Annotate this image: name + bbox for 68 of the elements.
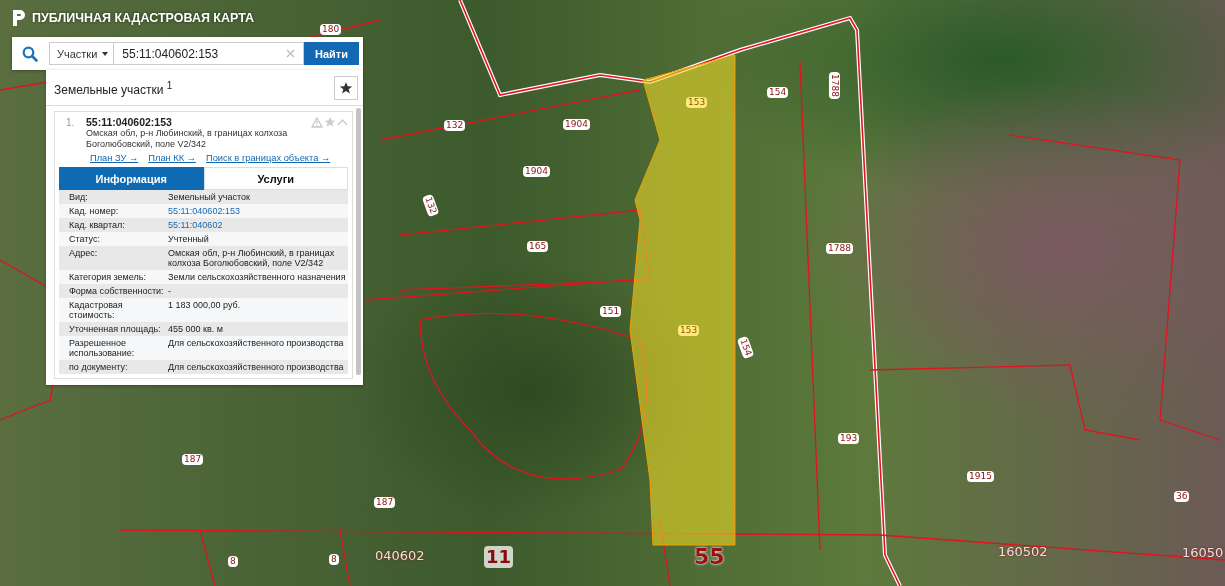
property-value: 1 183 000,00 руб. [168,300,242,312]
parcel-number-label: 154 [767,87,789,98]
parcel-number-label: 187 [374,497,396,508]
property-label: Адрес: [69,248,99,260]
property-label: Уточненная площадь: [69,324,162,334]
parcel-number-label: 153 [686,97,708,108]
property-label: Форма собственности: [69,286,165,296]
parcel-number-label: 193 [838,433,860,444]
parcel-number-label: 36 [1174,491,1190,502]
scrollbar[interactable] [356,108,361,375]
property-label: Разрешенное использование: [69,338,136,358]
property-value: 455 000 кв. м [168,324,224,334]
property-value: Земельный участок [168,192,251,202]
property-value: Для сельскохозяйственного производства [168,338,345,350]
find-button[interactable]: Найти [304,42,359,65]
property-value: Омская обл, р-н Любинский, в границах колхоза Боголюбовский, поле V2/342 [168,248,336,268]
result-link[interactable]: План ЗУ → [90,153,139,163]
property-value: Учтенный [168,234,210,244]
parcel-number-label: 1788 [828,72,840,99]
parcel-number-label: 16050 [1181,545,1225,561]
star-icon [339,81,353,95]
logo-icon [12,9,26,27]
parcel-number-label: 153 [678,325,700,336]
search-icon[interactable] [22,45,38,62]
parcel-number-label: 1788 [826,243,853,254]
parcel-number-label: 040602 [374,548,426,564]
collapse-icon[interactable] [337,118,348,126]
parcel-number-label: 11 [484,546,514,568]
parcel-number-label: 8 [228,556,238,567]
warning-icon[interactable] [311,116,323,128]
property-label: Кад. номер: [69,206,120,216]
property-label: Кад. квартал: [69,220,126,230]
app-title: ПУБЛИЧНАЯ КАДАСТРОВАЯ КАРТА [32,11,255,25]
category-dropdown[interactable]: Участки [49,42,115,65]
search-field[interactable]: 55:11:040602:153 [114,42,304,65]
result-link[interactable]: Поиск в границах объекта → [206,153,331,163]
property-label: Статус: [69,234,101,244]
parcel-number-label: 187 [182,454,204,465]
result-address: Омская обл, р-н Любинский, в границах колхоза Боголюбовский, поле V2/342 [86,128,289,150]
cadastral-number: 55:11:040602:153 [86,116,173,128]
parcel-number-label: 165 [527,241,549,252]
property-label: Кадастровая стоимость: [69,300,124,320]
parcel-number-label: 180 [320,24,342,35]
parcel-number-label: 151 [600,306,622,317]
property-label: Категория земель: [69,272,147,282]
parcel-number-label: 1904 [523,166,550,177]
favorites-button[interactable] [334,76,358,100]
parcel-number-label: 132 [444,120,466,131]
result-index: 1. [65,116,76,128]
parcel-number-label: 1915 [967,471,994,482]
property-value: Для сельскохозяйственного производства [168,362,345,372]
star-icon[interactable] [324,116,336,128]
parcel-number-label: 160502 [997,544,1049,560]
result-link[interactable]: План КК → [148,153,196,163]
property-value: Земли сельскохозяйственного назначения [168,272,347,282]
parcel-number-label: 8 [329,554,339,565]
caret-icon [102,51,109,56]
parcel-number-label: 55 [693,544,726,570]
property-link[interactable]: 55:11:040602 [168,220,348,230]
property-label: по документу: [69,362,129,372]
parcel-number-label: 1904 [563,119,590,130]
property-label: Вид: [69,192,89,202]
results-title: Земельные участки $^{1}$ [54,79,173,97]
property-link[interactable]: 55:11:040602:153 [168,206,348,216]
clear-icon[interactable] [286,49,295,58]
property-value: - [168,286,172,296]
info-tab[interactable]: Услуги [203,167,348,190]
info-tab[interactable]: Информация [59,167,204,190]
